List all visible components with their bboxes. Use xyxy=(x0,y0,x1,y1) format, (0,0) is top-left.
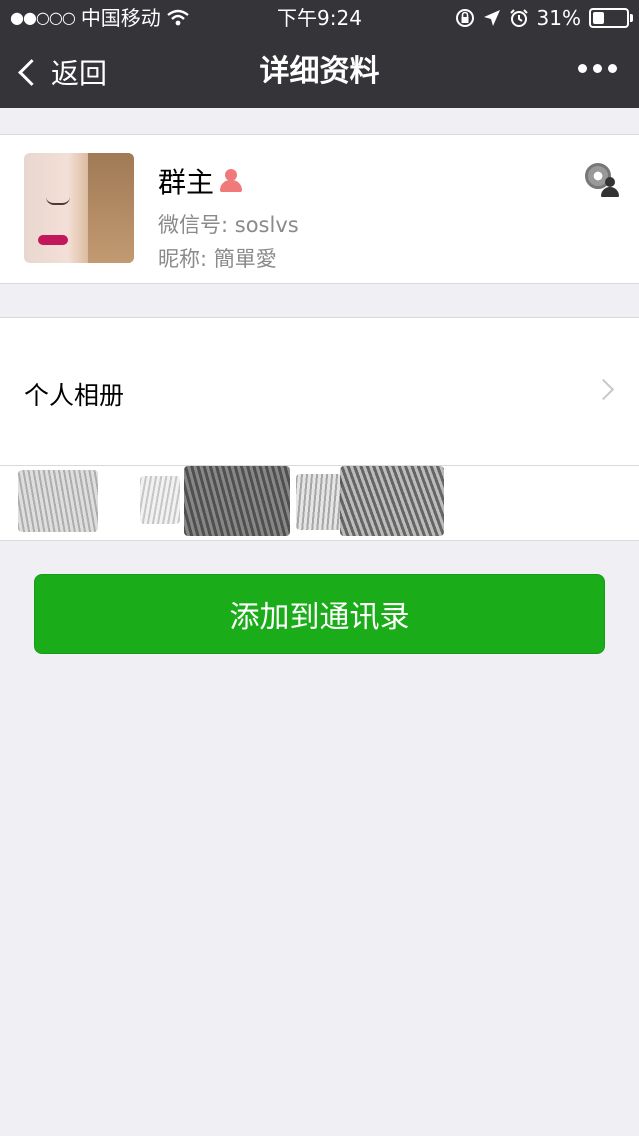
location-arrow-icon xyxy=(483,10,500,26)
status-bar: ●●○○○ 中国移动 下午9:24 31% xyxy=(0,0,639,36)
nickname-line: 昵称: 簡單愛 xyxy=(158,243,277,273)
top-bar: ●●○○○ 中国移动 下午9:24 31% 返回 详细资料 xyxy=(0,0,639,108)
wechat-id-line: 微信号: soslvs xyxy=(158,209,299,239)
chevron-right-icon xyxy=(592,378,615,401)
wechat-id-label: 微信号: xyxy=(158,213,229,237)
navigation-bar: 返回 详细资料 xyxy=(0,36,639,108)
profile-card: 群主 微信号: soslvs 昵称: 簡單愛 xyxy=(0,134,639,284)
avatar-lips xyxy=(38,235,68,245)
orientation-lock-icon xyxy=(455,9,474,27)
female-icon xyxy=(218,168,244,194)
battery-icon xyxy=(589,8,633,28)
album-label: 个人相册 xyxy=(24,381,125,410)
more-dots-icon xyxy=(608,64,617,73)
more-dots-icon xyxy=(593,64,602,73)
redaction-scribble xyxy=(140,476,180,524)
redaction-scribble xyxy=(18,470,98,532)
alarm-icon xyxy=(509,9,528,27)
more-dots-icon xyxy=(578,64,587,73)
page-title: 详细资料 xyxy=(259,54,380,89)
avatar-eye xyxy=(46,197,70,205)
battery-percent: 31% xyxy=(536,6,581,30)
more-button[interactable] xyxy=(578,64,617,73)
nickname-label: 昵称: xyxy=(158,247,208,271)
moments-camera-icon[interactable] xyxy=(585,163,619,197)
redacted-content xyxy=(0,466,639,540)
redaction-scribble xyxy=(340,466,444,536)
redaction-scribble xyxy=(184,466,290,536)
profile-name: 群主 xyxy=(158,166,215,199)
add-to-contacts-button[interactable]: 添加到通讯录 xyxy=(34,574,605,654)
wechat-id-value: soslvs xyxy=(234,213,299,237)
redaction-scribble xyxy=(296,474,342,530)
profile-name-row: 群主 xyxy=(158,161,244,201)
album-row[interactable]: 个人相册 xyxy=(0,318,639,465)
status-right: 31% xyxy=(455,6,633,30)
avatar[interactable] xyxy=(24,153,134,263)
album-section: 个人相册 xyxy=(0,317,639,541)
nickname-value: 簡單愛 xyxy=(213,247,277,271)
avatar-hair xyxy=(88,153,134,263)
battery-level xyxy=(593,12,605,24)
